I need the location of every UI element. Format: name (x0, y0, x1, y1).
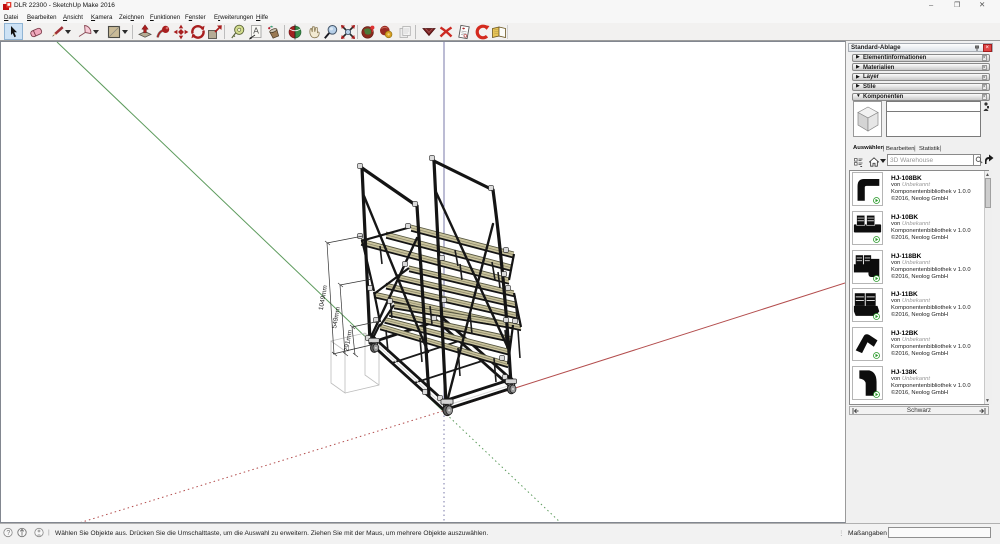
svg-text:1049mm: 1049mm (318, 285, 329, 311)
svg-text:549mm: 549mm (331, 306, 342, 329)
svg-text:?: ? (6, 530, 10, 537)
svg-text:291mm: 291mm (343, 329, 354, 352)
svg-text:A: A (253, 26, 259, 36)
